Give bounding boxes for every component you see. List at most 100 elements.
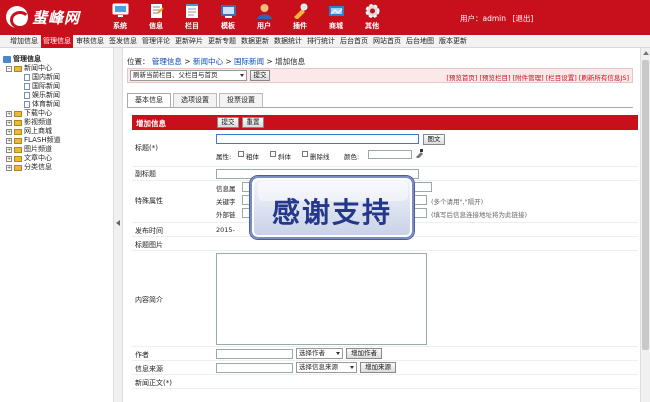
tree-node[interactable]: + FLASH频道 bbox=[6, 136, 61, 145]
summary-textarea[interactable] bbox=[216, 253, 427, 345]
source-row: 信息来源 选择信息来源 增加来源 bbox=[132, 361, 638, 375]
tree-leaf[interactable]: 体育新闻 bbox=[24, 100, 60, 109]
panel-splitter[interactable] bbox=[113, 48, 123, 402]
italic-checkbox[interactable] bbox=[270, 151, 276, 157]
expand-icon[interactable]: + bbox=[6, 137, 12, 144]
menu-item[interactable]: 管理评论 bbox=[140, 35, 172, 48]
sub-menu-bar: 增加信息 管理信息 审核信息 签发信息 管理评论 更新碎片 更新专题 数据更新 … bbox=[0, 35, 650, 48]
menu-item[interactable]: 数据更新 bbox=[239, 35, 271, 48]
tree-node[interactable]: + 下载中心 bbox=[6, 109, 52, 118]
tree-leaf[interactable]: 娱乐新闻 bbox=[24, 91, 60, 100]
form-reset-button[interactable]: 重置 bbox=[242, 117, 264, 128]
nav-system[interactable]: 系统 bbox=[103, 0, 137, 35]
menu-item[interactable]: 数据统计 bbox=[272, 35, 304, 48]
source-input[interactable] bbox=[216, 363, 293, 373]
collapse-left-icon[interactable] bbox=[116, 220, 120, 226]
pubtime-value[interactable]: 2015- bbox=[216, 226, 235, 234]
strike-checkbox[interactable] bbox=[302, 151, 308, 157]
page-icon bbox=[24, 101, 30, 108]
special-attr-label: 特殊属性 bbox=[135, 197, 163, 205]
nav-user[interactable]: 用户 bbox=[247, 0, 281, 35]
tree-node-label: 国内新闻 bbox=[32, 73, 60, 81]
collapse-icon[interactable]: − bbox=[6, 65, 12, 72]
nav-column[interactable]: 栏目 bbox=[175, 0, 209, 35]
author-select[interactable]: 选择作者 bbox=[296, 348, 343, 359]
add-author-button[interactable]: 增加作者 bbox=[346, 348, 382, 359]
title-input[interactable] bbox=[216, 134, 419, 144]
menu-item[interactable]: 更新碎片 bbox=[173, 35, 205, 48]
author-input[interactable] bbox=[216, 349, 293, 359]
refresh-mode-select[interactable]: 刷新当前栏目、父栏目与首页 bbox=[130, 70, 247, 81]
menu-item[interactable]: 更新专题 bbox=[206, 35, 238, 48]
folder-icon bbox=[14, 110, 22, 117]
menu-item[interactable]: 增加信息 bbox=[8, 35, 40, 48]
site-logo[interactable]: 蜚峰网 bbox=[6, 4, 80, 30]
expand-icon[interactable]: + bbox=[6, 128, 12, 135]
menu-item[interactable]: 签发信息 bbox=[107, 35, 139, 48]
page-icon bbox=[24, 83, 30, 90]
folder-icon bbox=[14, 137, 22, 144]
tab-basic-info[interactable]: 基本信息 bbox=[127, 93, 171, 107]
tab-vote[interactable]: 投票设置 bbox=[219, 93, 263, 107]
expand-icon[interactable]: + bbox=[6, 146, 12, 153]
nav-plugin[interactable]: 插件 bbox=[283, 0, 317, 35]
breadcrumb-link[interactable]: 管理信息 bbox=[152, 57, 182, 66]
tree-root[interactable]: 管理信息 bbox=[3, 55, 41, 64]
bold-checkbox[interactable] bbox=[238, 151, 244, 157]
document-icon bbox=[150, 4, 164, 18]
scroll-up-icon[interactable] bbox=[643, 51, 649, 55]
page-icon bbox=[24, 92, 30, 99]
expand-icon[interactable]: + bbox=[6, 110, 12, 117]
tree-node-open[interactable]: − 新闻中心 bbox=[6, 64, 52, 73]
tab-divider bbox=[127, 107, 633, 108]
breadcrumb-link[interactable]: 新闻中心 bbox=[193, 57, 223, 66]
tree-node[interactable]: + 分类信息 bbox=[6, 163, 52, 172]
form-submit-button[interactable]: 提交 bbox=[217, 117, 239, 128]
color-picker-icon[interactable] bbox=[415, 149, 424, 158]
tree-node[interactable]: + 网上商城 bbox=[6, 127, 52, 136]
tree-root-label: 管理信息 bbox=[13, 55, 41, 63]
folder-icon bbox=[14, 128, 22, 135]
titlepic-row: 标题图片 bbox=[132, 237, 638, 251]
toolbar-submit-button[interactable]: 提交 bbox=[250, 70, 270, 81]
author-label: 作者 bbox=[135, 351, 149, 359]
action-toolbar: 刷新当前栏目、父栏目与首页 提交 [预览首页] [预览栏目] [附件管理] [栏… bbox=[127, 68, 633, 83]
expand-icon[interactable]: + bbox=[6, 164, 12, 171]
menu-item[interactable]: 网站首页 bbox=[371, 35, 403, 48]
tree-node[interactable]: + 图片频道 bbox=[6, 145, 52, 154]
nav-other[interactable]: 其他 bbox=[355, 0, 389, 35]
source-select[interactable]: 选择信息来源 bbox=[296, 362, 357, 373]
nav-shop[interactable]: 商城 bbox=[319, 0, 353, 35]
nav-info[interactable]: 信息 bbox=[139, 0, 173, 35]
logout-link[interactable]: [退出] bbox=[512, 14, 533, 23]
body-label: 新闻正文(*) bbox=[135, 379, 172, 387]
tree-node-label: 分类信息 bbox=[24, 163, 52, 171]
menu-item[interactable]: 版本更新 bbox=[437, 35, 469, 48]
breadcrumb-prefix: 位置： bbox=[127, 57, 150, 66]
vertical-scrollbar[interactable] bbox=[640, 48, 650, 402]
menu-item[interactable]: 后台地图 bbox=[404, 35, 436, 48]
breadcrumb-link[interactable]: 国际新闻 bbox=[234, 57, 264, 66]
username: admin bbox=[482, 14, 507, 23]
tree-node[interactable]: + 影视频道 bbox=[6, 118, 52, 127]
menu-item-active[interactable]: 管理信息 bbox=[41, 35, 73, 48]
toolbar-links[interactable]: [预览首页] [预览栏目] [附件管理] [栏目设置] [刷新所有信息JS] bbox=[446, 72, 629, 82]
expand-icon[interactable]: + bbox=[6, 155, 12, 162]
menu-item[interactable]: 排行统计 bbox=[305, 35, 337, 48]
menu-item[interactable]: 审核信息 bbox=[74, 35, 106, 48]
title-image-button[interactable]: 图文 bbox=[423, 134, 445, 145]
menu-item[interactable]: 后台首页 bbox=[338, 35, 370, 48]
add-source-button[interactable]: 增加来源 bbox=[360, 362, 396, 373]
tab-options[interactable]: 选项设置 bbox=[173, 93, 217, 107]
scroll-thumb[interactable] bbox=[642, 60, 649, 350]
nav-label: 信息 bbox=[149, 22, 163, 30]
tree-leaf[interactable]: 国际新闻 bbox=[24, 82, 60, 91]
expand-icon[interactable]: + bbox=[6, 119, 12, 126]
tree-node[interactable]: + 文章中心 bbox=[6, 154, 52, 163]
nav-template[interactable]: 模板 bbox=[211, 0, 245, 35]
folder-icon bbox=[14, 119, 22, 126]
tree-leaf[interactable]: 国内新闻 bbox=[24, 73, 60, 82]
template-icon bbox=[220, 5, 236, 18]
form-title: 增加信息 bbox=[136, 119, 166, 128]
color-input[interactable] bbox=[368, 150, 412, 159]
